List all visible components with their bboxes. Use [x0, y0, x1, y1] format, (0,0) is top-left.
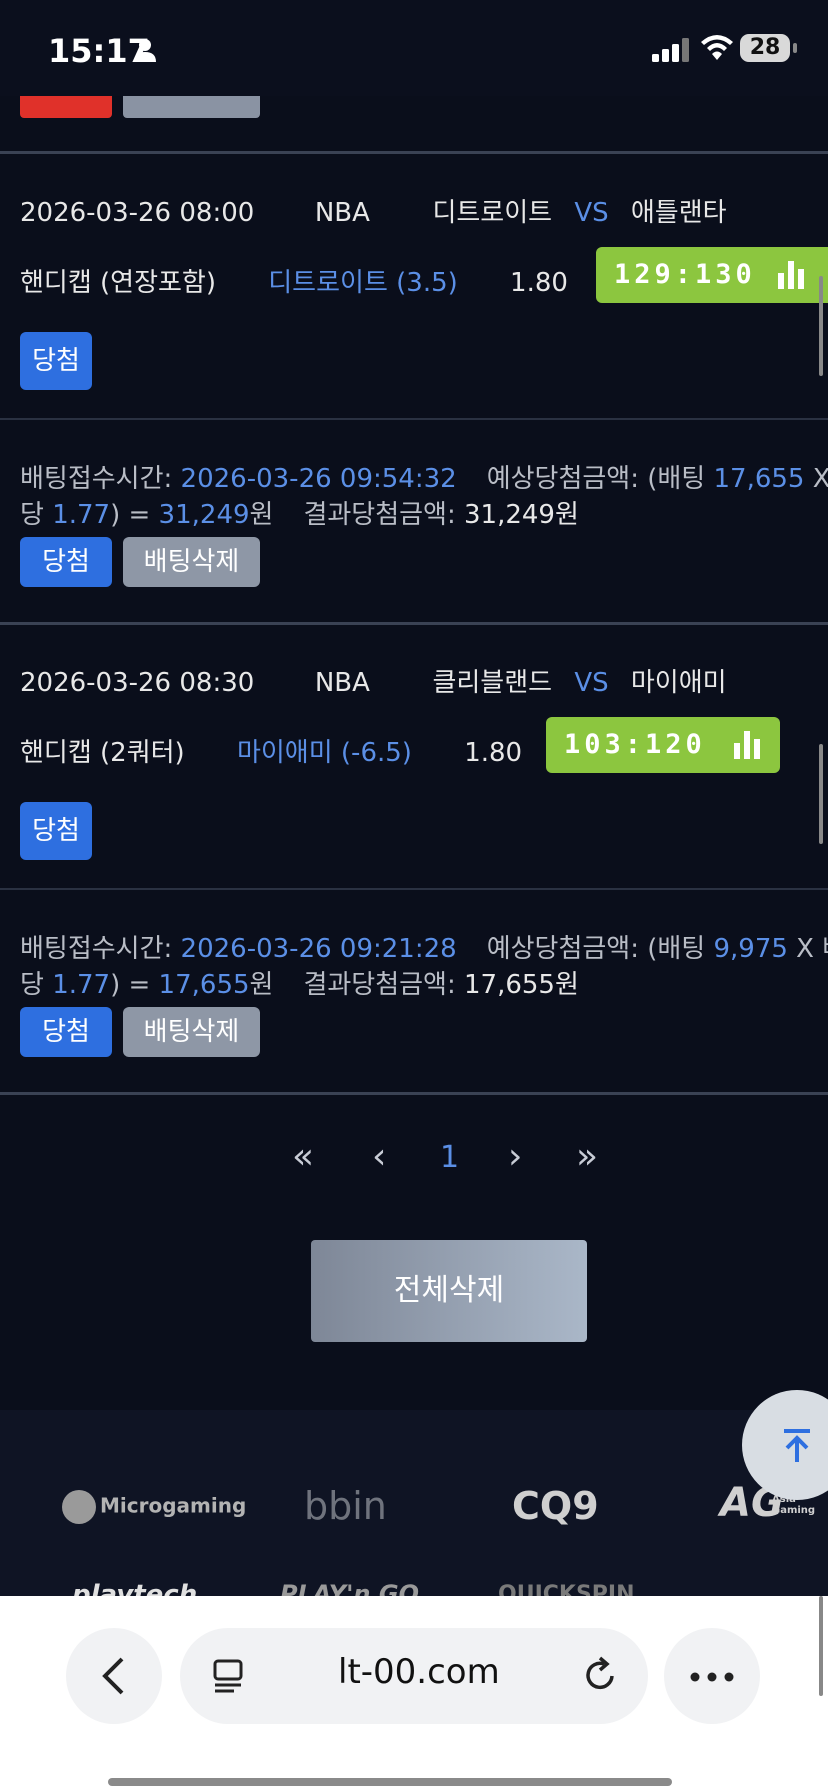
receipt-time: 2026-03-26 09:54:32: [180, 464, 457, 494]
odds-label-suffix: 당: [20, 970, 53, 1000]
stats-bars-icon: [734, 731, 760, 759]
tabs-icon: [213, 1659, 243, 1693]
divider: [0, 151, 828, 154]
provider-footer: Microgaming bbin CQ9 AG Asia Gaming play…: [0, 1410, 828, 1610]
result-amount: 17,655원: [464, 970, 579, 1000]
scroll-indicator: [819, 276, 823, 376]
league: NBA: [314, 198, 370, 228]
back-button[interactable]: [66, 1628, 162, 1724]
expected-amount: 17,655: [158, 970, 250, 1000]
divider: [0, 622, 828, 625]
provider-logo: CQ9: [512, 1484, 599, 1528]
expected-amount: 31,249: [158, 500, 250, 530]
expected-amount-label: 예상당첨금액: (배팅: [486, 464, 714, 494]
last-page-button[interactable]: »: [576, 1136, 598, 1177]
more-dots-icon: [690, 1672, 734, 1682]
divider: [0, 1092, 828, 1095]
delete-all-button[interactable]: 전체삭제: [311, 1240, 587, 1342]
divider: [0, 418, 828, 420]
win-button[interactable]: 당첨: [20, 1007, 112, 1057]
delete-bet-button[interactable]: 배팅삭제: [123, 1007, 260, 1057]
current-page[interactable]: 1: [440, 1140, 459, 1175]
status-bar: 15:17 28: [0, 0, 828, 96]
bet-details-line-1: 배팅접수시간: 2026-03-26 09:54:32 예상당첨금액: (배팅 1…: [20, 458, 828, 495]
total-odds: 1.77: [52, 500, 111, 530]
bet-details-line-2: 당 1.77) = 31,249원 결과당첨금액: 31,249원: [20, 494, 579, 531]
receipt-time-label: 배팅접수시간:: [20, 464, 181, 494]
home-team: 클리블랜드: [432, 668, 553, 698]
divider: [0, 888, 828, 890]
prev-page-button[interactable]: ‹: [372, 1136, 386, 1177]
vs-label: VS: [574, 668, 609, 698]
stake-amount: 9,975: [713, 934, 788, 964]
pick: 디트로이트 (3.5): [268, 268, 458, 298]
previous-item-button[interactable]: [20, 96, 112, 118]
first-page-button[interactable]: «: [292, 1136, 314, 1177]
wifi-icon: [701, 35, 733, 60]
next-page-button[interactable]: ›: [508, 1136, 522, 1177]
result-badge-win: 당첨: [20, 802, 92, 860]
total-odds: 1.77: [52, 970, 111, 1000]
away-team: 애틀랜타: [630, 198, 727, 228]
previous-item-delete-button[interactable]: [123, 96, 260, 118]
stats-bars-icon: [778, 261, 804, 289]
battery-indicator: 28: [740, 34, 797, 62]
pick: 마이애미 (-6.5): [236, 738, 412, 768]
match-datetime: 2026-03-26 08:00: [20, 198, 255, 228]
match-info-row: 2026-03-26 08:30 NBA 클리블랜드 VS 마이애미: [20, 662, 727, 699]
more-options-button[interactable]: [664, 1628, 760, 1724]
league: NBA: [314, 668, 370, 698]
market-row: 핸디캡 (2쿼터) 마이애미 (-6.5) 1.80: [20, 732, 522, 769]
vs-label: VS: [574, 198, 609, 228]
browser-toolbar: [0, 1596, 828, 1792]
multiply-label: X 배: [796, 934, 828, 964]
url-text[interactable]: lt-00.com: [338, 1652, 500, 1692]
scroll-indicator: [819, 744, 823, 844]
provider-logo: bbin: [304, 1484, 387, 1528]
odds: 1.80: [464, 738, 523, 768]
result-badge-win: 당첨: [20, 332, 92, 390]
equals-label: ) =: [110, 970, 159, 1000]
market-type: 핸디캡 (2쿼터): [20, 738, 185, 768]
cellular-signal-icon: [652, 38, 689, 62]
currency-label: 원: [249, 500, 274, 530]
home-indicator: [108, 1778, 672, 1786]
multiply-label: X 배: [812, 464, 828, 494]
person-icon: [134, 39, 156, 62]
expected-amount-label: 예상당첨금액: (배팅: [486, 934, 714, 964]
home-team: 디트로이트: [432, 198, 553, 228]
score: 129:130: [614, 259, 756, 290]
provider-logo: Microgaming: [62, 1490, 246, 1524]
chevron-left-icon: [102, 1657, 124, 1695]
receipt-time: 2026-03-26 09:21:28: [180, 934, 457, 964]
delete-bet-button[interactable]: 배팅삭제: [123, 537, 260, 587]
arrow-up-to-line-icon: [784, 1429, 810, 1462]
bet-details-line-1: 배팅접수시간: 2026-03-26 09:21:28 예상당첨금액: (배팅 9…: [20, 928, 828, 965]
scroll-indicator: [819, 1596, 823, 1696]
reload-icon[interactable]: [582, 1656, 618, 1694]
score-box[interactable]: 129:130: [596, 247, 828, 303]
odds-label-suffix: 당: [20, 500, 53, 530]
currency-label: 원: [249, 970, 274, 1000]
result-amount-label: 결과당첨금액:: [303, 970, 464, 1000]
score-box[interactable]: 103:120: [546, 717, 780, 773]
bet-details-line-2: 당 1.77) = 17,655원 결과당첨금액: 17,655원: [20, 964, 579, 1001]
result-amount-label: 결과당첨금액:: [303, 500, 464, 530]
match-datetime: 2026-03-26 08:30: [20, 668, 255, 698]
stake-amount: 17,655: [713, 464, 805, 494]
win-button[interactable]: 당첨: [20, 537, 112, 587]
result-amount: 31,249원: [464, 500, 579, 530]
away-team: 마이애미: [630, 668, 727, 698]
receipt-time-label: 배팅접수시간:: [20, 934, 181, 964]
odds: 1.80: [510, 268, 568, 298]
market-type: 핸디캡 (연장포함): [20, 268, 216, 298]
match-info-row: 2026-03-26 08:00 NBA 디트로이트 VS 애틀랜타: [20, 192, 727, 229]
equals-label: ) =: [110, 500, 159, 530]
market-row: 핸디캡 (연장포함) 디트로이트 (3.5) 1.80: [20, 262, 568, 299]
score: 103:120: [564, 729, 706, 760]
